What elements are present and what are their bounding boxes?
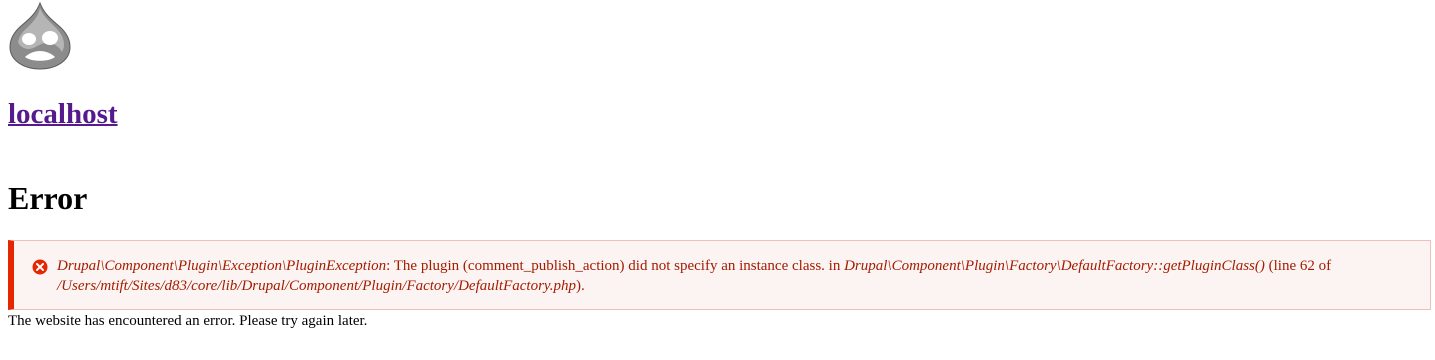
error-message-box: Drupal\Component\Plugin\Exception\Plugin…	[8, 240, 1431, 310]
error-description: The website has encountered an error. Pl…	[8, 313, 368, 329]
drupal-logo-icon[interactable]	[9, 1, 71, 70]
message-part-3: of	[1314, 258, 1332, 274]
site-name-link[interactable]: localhost	[8, 98, 118, 130]
error-icon	[32, 259, 48, 275]
message-part-4: ).	[576, 278, 585, 294]
page-title: Error	[8, 180, 88, 216]
site-name-heading: localhost	[8, 96, 118, 132]
exception-class: Drupal\Component\Plugin\Exception\Plugin…	[57, 258, 387, 274]
line-number: 62	[1299, 258, 1315, 274]
message-part-2: (line	[1264, 258, 1300, 274]
message-part-1: : The plugin (comment_publish_action) di…	[386, 258, 845, 274]
file-path: /Users/mtift/Sites/d83/core/lib/Drupal/C…	[57, 278, 576, 294]
error-message-text: Drupal\Component\Plugin\Exception\Plugin…	[57, 256, 1425, 296]
exception-function: Drupal\Component\Plugin\Factory\DefaultF…	[844, 258, 1265, 274]
